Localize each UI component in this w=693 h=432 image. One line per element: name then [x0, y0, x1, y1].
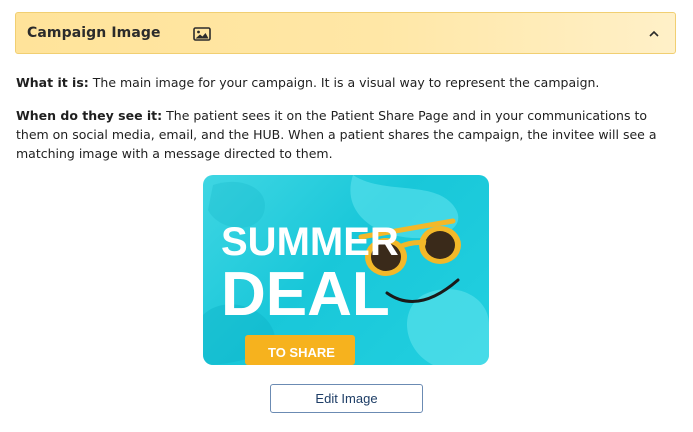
when-they-see-it-paragraph: When do they see it: The patient sees it… [16, 106, 678, 163]
campaign-image-preview: SUMMER DEAL TO SHARE [203, 175, 489, 365]
when-they-see-it-label: When do they see it: [16, 108, 163, 123]
panel-title: Campaign Image [27, 25, 161, 41]
image-icon [192, 26, 211, 41]
what-it-is-text: The main image for your campaign. It is … [88, 75, 600, 90]
what-it-is-label: What it is: [16, 75, 89, 90]
edit-image-button[interactable]: Edit Image [270, 384, 423, 413]
chevron-up-icon[interactable] [643, 22, 665, 44]
campaign-image-panel-header[interactable]: Campaign Image [15, 12, 676, 54]
campaign-image-line2: DEAL [221, 260, 390, 329]
campaign-image-cta: TO SHARE [268, 345, 335, 360]
what-it-is-paragraph: What it is: The main image for your camp… [16, 73, 678, 92]
campaign-image-line1: SUMMER [221, 220, 399, 264]
campaign-image-artwork: SUMMER DEAL TO SHARE [203, 175, 489, 365]
